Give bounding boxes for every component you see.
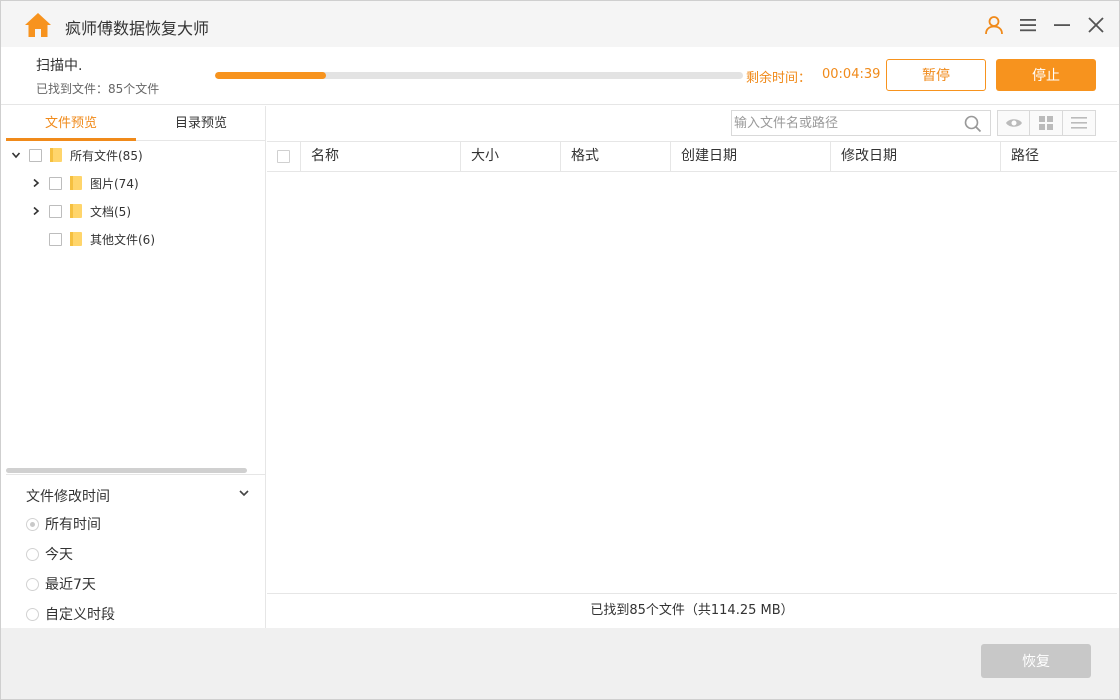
tree-item-other-files[interactable]: 其他文件(6) xyxy=(30,228,155,250)
tree-item-label: 文档(5) xyxy=(90,204,131,219)
radio-button[interactable] xyxy=(26,547,39,561)
scan-progress-bar xyxy=(215,72,743,79)
filter-option-all-time[interactable]: 所有时间 xyxy=(26,514,101,534)
tree-item-label: 图片(74) xyxy=(90,176,139,191)
folder-icon xyxy=(70,176,82,190)
stop-button[interactable]: 停止 xyxy=(996,59,1096,91)
chevron-down-icon[interactable] xyxy=(238,487,250,499)
bottom-action-bar: 恢复 xyxy=(1,628,1119,699)
chevron-down-icon[interactable] xyxy=(10,149,22,161)
column-header-format[interactable]: 格式 xyxy=(561,142,671,171)
radio-button[interactable] xyxy=(26,517,39,531)
checkbox[interactable] xyxy=(49,232,62,246)
recover-button[interactable]: 恢复 xyxy=(981,644,1091,678)
menu-icon[interactable] xyxy=(1016,13,1040,37)
checkbox[interactable] xyxy=(49,204,62,218)
column-header-path[interactable]: 路径 xyxy=(1001,142,1117,171)
view-mode-switcher xyxy=(997,110,1096,136)
tree-item-images[interactable]: 图片(74) xyxy=(30,172,139,194)
checkbox[interactable] xyxy=(49,176,62,190)
column-header-size[interactable]: 大小 xyxy=(461,142,561,171)
column-header-name[interactable]: 名称 xyxy=(301,142,461,171)
preview-tabs: 文件预览 目录预览 xyxy=(6,106,266,141)
file-count-summary: 已找到85个文件（共114.25 MB） xyxy=(267,593,1117,628)
folder-icon xyxy=(70,204,82,218)
grid-icon[interactable] xyxy=(1030,111,1063,135)
eye-icon[interactable] xyxy=(998,111,1031,135)
folder-icon xyxy=(70,232,82,246)
app-window: 疯师傅数据恢复大师 扫描中. 已找到文件：85个文件 剩余时间： 00:04:3… xyxy=(0,0,1120,700)
filter-option-last-7-days[interactable]: 最近7天 xyxy=(26,574,96,594)
scan-status-bar: 扫描中. 已找到文件：85个文件 剩余时间： 00:04:39 暂停 停止 xyxy=(1,47,1119,105)
tab-file-preview[interactable]: 文件预览 xyxy=(6,106,136,141)
tree-item-label: 所有文件(85) xyxy=(70,148,143,163)
search-box xyxy=(731,110,991,136)
app-title: 疯师傅数据恢复大师 xyxy=(65,19,210,38)
scan-status-text: 扫描中. xyxy=(36,58,83,74)
minimize-icon[interactable] xyxy=(1050,13,1074,37)
filter-option-label: 今天 xyxy=(45,547,73,563)
list-icon[interactable] xyxy=(1062,111,1095,135)
filter-option-today[interactable]: 今天 xyxy=(26,544,73,564)
user-icon[interactable] xyxy=(982,13,1006,37)
scan-found-count: 已找到文件：85个文件 xyxy=(36,82,160,96)
tree-item-all-files[interactable]: 所有文件(85) xyxy=(10,144,143,166)
column-header-modified-date[interactable]: 修改日期 xyxy=(831,142,1001,171)
chevron-right-icon[interactable] xyxy=(30,177,42,189)
modified-time-filter: 文件修改时间 所有时间 今天 最近7天 自定义时段 xyxy=(6,474,266,628)
tree-item-documents[interactable]: 文档(5) xyxy=(30,200,131,222)
pause-button[interactable]: 暂停 xyxy=(886,59,986,91)
file-list-panel: 名称 大小 格式 创建日期 修改日期 路径 已找到85个文件（共114.25 M… xyxy=(267,106,1117,628)
tree-item-label: 其他文件(6) xyxy=(90,232,155,247)
folder-icon xyxy=(50,148,62,162)
title-bar: 疯师傅数据恢复大师 xyxy=(1,1,1119,47)
left-panel: 文件预览 目录预览 所有文件(85) 图片(74) 文档(5) 其他文件(6) … xyxy=(6,106,266,628)
select-all-checkbox[interactable] xyxy=(277,150,290,163)
scan-progress-fill xyxy=(215,72,326,79)
remaining-time-value: 00:04:39 xyxy=(822,67,881,82)
close-icon[interactable] xyxy=(1084,13,1108,37)
chevron-right-icon[interactable] xyxy=(30,205,42,217)
filter-title: 文件修改时间 xyxy=(26,489,110,505)
search-icon[interactable] xyxy=(964,115,982,133)
search-input[interactable] xyxy=(734,113,959,133)
filter-option-label: 最近7天 xyxy=(45,577,96,593)
tree-horizontal-scrollbar[interactable] xyxy=(6,468,247,473)
home-icon[interactable] xyxy=(24,12,52,38)
radio-button[interactable] xyxy=(26,607,39,621)
column-header-created-date[interactable]: 创建日期 xyxy=(671,142,831,171)
filter-option-label: 自定义时段 xyxy=(45,607,115,623)
tab-directory-preview[interactable]: 目录预览 xyxy=(136,106,266,141)
filter-option-label: 所有时间 xyxy=(45,517,101,533)
checkbox[interactable] xyxy=(29,148,42,162)
file-table-header: 名称 大小 格式 创建日期 修改日期 路径 xyxy=(267,141,1117,172)
remaining-time-label: 剩余时间： xyxy=(746,71,812,86)
filter-option-custom-range[interactable]: 自定义时段 xyxy=(26,604,115,624)
radio-button[interactable] xyxy=(26,577,39,591)
select-all-checkbox-cell xyxy=(267,142,301,171)
